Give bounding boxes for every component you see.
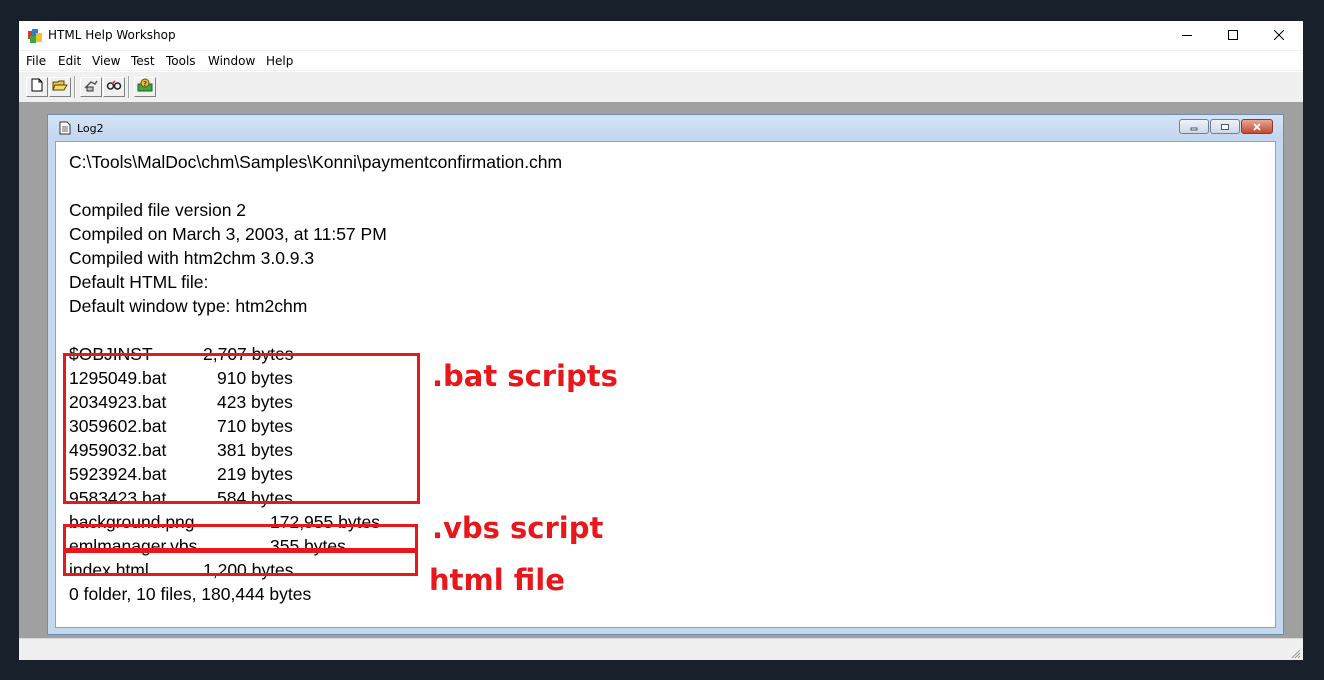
close-icon xyxy=(1273,27,1285,45)
view-compiled-button[interactable] xyxy=(103,77,125,97)
log-path: C:\Tools\MalDoc\chm\Samples\Konni\paymen… xyxy=(69,152,563,172)
app-title: HTML Help Workshop xyxy=(48,28,176,42)
log-compiled-with: Compiled with htm2chm 3.0.9.3 xyxy=(69,248,315,268)
menu-window[interactable]: Window xyxy=(208,54,255,68)
log-document-icon xyxy=(58,121,72,135)
help-workshop-icon xyxy=(27,28,43,44)
title-bar: HTML Help Workshop xyxy=(19,21,1303,50)
menu-help[interactable]: Help xyxy=(266,54,293,68)
status-bar xyxy=(19,638,1303,660)
log-window: Log2 C:\Tools\MalDoc\chm\Samples\Konni\p… xyxy=(47,114,1284,635)
app-window: HTML Help Workshop File Edit View Test T… xyxy=(19,21,1303,660)
svg-text:?: ? xyxy=(143,80,147,88)
maximize-button[interactable] xyxy=(1210,21,1256,50)
close-button[interactable] xyxy=(1256,21,1302,50)
log-content[interactable]: C:\Tools\MalDoc\chm\Samples\Konni\paymen… xyxy=(55,141,1276,628)
log-window-controls xyxy=(1178,119,1273,134)
toolbar-separator xyxy=(128,76,130,98)
bat-scripts-annotation: .bat scripts xyxy=(432,359,618,393)
minimize-icon xyxy=(1182,27,1192,45)
menu-file[interactable]: File xyxy=(26,54,46,68)
open-icon xyxy=(52,78,68,97)
new-icon xyxy=(30,78,44,97)
vbs-script-annotation: .vbs script xyxy=(432,511,604,545)
log-summary: 0 folder, 10 files, 180,444 bytes xyxy=(69,584,312,604)
minimize-button[interactable] xyxy=(1164,21,1210,50)
log-close-button[interactable] xyxy=(1241,119,1273,134)
minimize-icon xyxy=(1189,118,1199,136)
help-icon: ? xyxy=(137,78,153,97)
html-file-annotation: html file xyxy=(429,563,565,597)
menu-bar: File Edit View Test Tools Window Help xyxy=(19,51,1303,70)
resize-grip-icon[interactable] xyxy=(1289,646,1301,659)
toolbar: ? xyxy=(19,71,1303,103)
toolbar-separator xyxy=(74,76,76,98)
menu-tools[interactable]: Tools xyxy=(166,54,196,68)
menu-view[interactable]: View xyxy=(92,54,120,68)
log-window-titlebar[interactable]: Log2 xyxy=(48,115,1283,139)
maximize-icon xyxy=(1228,27,1238,45)
log-version: Compiled file version 2 xyxy=(69,200,247,220)
menu-test[interactable]: Test xyxy=(131,54,155,68)
compile-button[interactable] xyxy=(80,77,102,97)
log-minimize-button[interactable] xyxy=(1179,119,1209,134)
log-window-title: Log2 xyxy=(77,122,104,135)
mdi-client-area: Log2 C:\Tools\MalDoc\chm\Samples\Konni\p… xyxy=(19,102,1303,638)
restore-icon xyxy=(1220,118,1230,136)
log-compiled-on: Compiled on March 3, 2003, at 11:57 PM xyxy=(69,224,387,244)
bat-scripts-highlight-box xyxy=(63,353,420,504)
help-button[interactable]: ? xyxy=(134,77,156,97)
new-button[interactable] xyxy=(26,77,48,97)
compile-icon xyxy=(83,78,99,97)
log-default-html: Default HTML file: xyxy=(69,272,209,292)
menu-edit[interactable]: Edit xyxy=(58,54,81,68)
open-button[interactable] xyxy=(49,77,71,97)
log-restore-button[interactable] xyxy=(1210,119,1240,134)
view-compiled-icon xyxy=(106,78,122,97)
html-file-highlight-box xyxy=(63,548,418,576)
log-default-window: Default window type: htm2chm xyxy=(69,296,308,316)
close-icon xyxy=(1252,118,1262,136)
